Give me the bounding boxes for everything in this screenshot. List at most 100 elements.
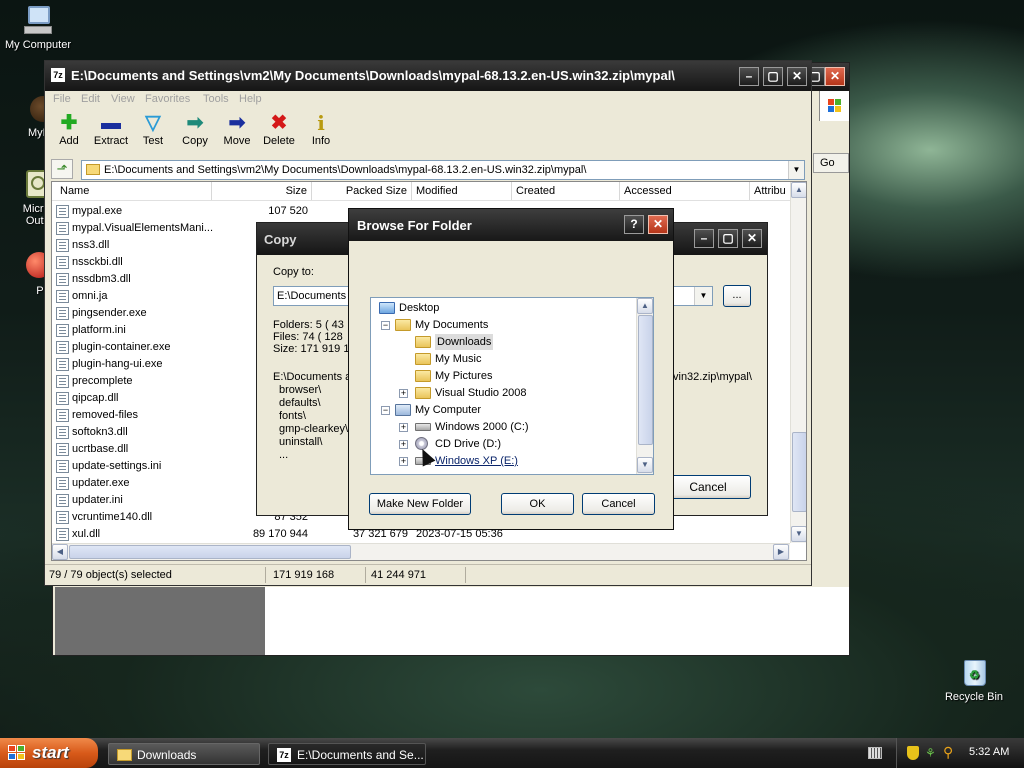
- tree-item[interactable]: My Computer: [395, 402, 595, 418]
- folder-icon: [86, 164, 100, 175]
- file-size: 89 170 944: [252, 528, 308, 540]
- close-button[interactable]: ✕: [787, 67, 807, 86]
- minimize-button[interactable]: –: [739, 67, 759, 86]
- browse-close-button[interactable]: ✕: [648, 215, 668, 234]
- tree-scroll-down-button[interactable]: ▼: [637, 457, 653, 473]
- tree-item[interactable]: Windows 2000 (C:): [415, 419, 615, 435]
- delete-button[interactable]: ✖ Delete: [258, 111, 300, 147]
- go-button[interactable]: Go: [813, 153, 849, 173]
- test-button[interactable]: ▽ Test: [132, 111, 174, 147]
- delete-label: Delete: [263, 135, 295, 147]
- col-created[interactable]: Created: [512, 182, 620, 200]
- file-name: removed-files: [72, 409, 139, 421]
- expand-icon[interactable]: +: [399, 457, 408, 466]
- maximize-button[interactable]: ▢: [763, 67, 783, 86]
- make-new-folder-label: Make New Folder: [376, 498, 464, 510]
- col-accessed[interactable]: Accessed: [620, 182, 750, 200]
- help-button[interactable]: ?: [624, 215, 644, 234]
- menu-edit[interactable]: Edit: [81, 93, 100, 105]
- make-new-folder-button[interactable]: Make New Folder: [369, 493, 471, 515]
- hscroll-thumb[interactable]: [69, 545, 351, 559]
- browse-cancel-label: Cancel: [601, 498, 636, 510]
- browse-button[interactable]: ...: [723, 285, 751, 307]
- ok-button[interactable]: OK: [501, 493, 574, 515]
- security-shield-icon[interactable]: [907, 746, 919, 760]
- scroll-right-button[interactable]: ▶: [773, 544, 789, 560]
- keyboard-icon[interactable]: [868, 747, 882, 759]
- tree-item[interactable]: Desktop: [379, 300, 579, 316]
- file-name: ucrtbase.dll: [72, 443, 129, 455]
- move-button[interactable]: ➡ Move: [216, 111, 258, 147]
- copy-cancel-label: Cancel: [689, 480, 727, 494]
- tree-scroll-thumb[interactable]: [638, 315, 653, 445]
- info-label: Info: [311, 135, 331, 147]
- info-button[interactable]: i Info: [300, 111, 342, 147]
- move-label: Move: [223, 135, 251, 147]
- expand-icon[interactable]: +: [399, 389, 408, 398]
- horizontal-scrollbar[interactable]: ◀ ▶: [52, 543, 790, 560]
- expand-icon[interactable]: +: [399, 423, 408, 432]
- col-packed-size[interactable]: Packed Size: [312, 182, 412, 200]
- tree-item[interactable]: Visual Studio 2008: [415, 385, 615, 401]
- tree-item[interactable]: My Music: [415, 351, 615, 367]
- col-size[interactable]: Size: [212, 182, 312, 200]
- file-name: nssdbm3.dll: [72, 273, 131, 285]
- tree-nodes: Desktop − My Documents Downloads My Music My …: [371, 298, 637, 474]
- desktop-icon-my-computer[interactable]: My Computer: [0, 4, 76, 51]
- menu-tools[interactable]: Tools: [203, 93, 229, 105]
- network-icon[interactable]: ⚘: [925, 746, 939, 760]
- copy-to-dropdown-button[interactable]: ▼: [694, 287, 712, 305]
- up-folder-button[interactable]: ⬏: [51, 159, 73, 179]
- tree-item[interactable]: Downloads: [415, 334, 615, 350]
- tree-item[interactable]: CD Drive (D:): [415, 436, 615, 452]
- collapse-icon[interactable]: −: [381, 406, 390, 415]
- extract-button[interactable]: ▬ Extract: [90, 111, 132, 147]
- scroll-down-button[interactable]: ▼: [791, 526, 806, 542]
- background-close-button[interactable]: ✕: [825, 67, 845, 86]
- copy-close-button[interactable]: ✕: [742, 229, 762, 248]
- tree-scrollbar[interactable]: ▲ ▼: [636, 298, 653, 474]
- scroll-up-button[interactable]: ▲: [791, 182, 806, 198]
- menu-favorites[interactable]: Favorites: [145, 93, 190, 105]
- tree-item-label: Downloads: [435, 334, 494, 350]
- vertical-scrollbar[interactable]: ▲ ▼: [790, 182, 806, 543]
- collapse-icon[interactable]: −: [381, 321, 390, 330]
- expand-icon[interactable]: +: [399, 440, 408, 449]
- menu-help[interactable]: Help: [239, 93, 262, 105]
- col-name[interactable]: Name: [56, 182, 212, 200]
- search-icon[interactable]: ⚲: [943, 744, 959, 760]
- scroll-left-button[interactable]: ◀: [52, 544, 68, 560]
- file-icon: [56, 324, 69, 337]
- scroll-thumb[interactable]: [792, 432, 806, 512]
- copy-minimize-button[interactable]: –: [694, 229, 714, 248]
- browse-titlebar[interactable]: Browse For Folder ? ✕: [349, 209, 673, 241]
- desktop-icon-recycle-bin[interactable]: ♻ Recycle Bin: [936, 656, 1012, 703]
- recycle-bin-icon: ♻: [958, 656, 990, 688]
- col-modified[interactable]: Modified: [412, 182, 512, 200]
- tree-item[interactable]: My Documents: [395, 317, 595, 333]
- copy-cancel-button[interactable]: Cancel: [665, 475, 751, 499]
- window-title: E:\Documents and Settings\vm2\My Documen…: [71, 68, 675, 83]
- folder-tree[interactable]: Desktop − My Documents Downloads My Music My …: [370, 297, 654, 475]
- tree-item[interactable]: Windows XP (E:): [415, 453, 615, 469]
- info-icon: i: [317, 111, 325, 135]
- tree-scroll-up-button[interactable]: ▲: [637, 298, 653, 314]
- browse-cancel-button[interactable]: Cancel: [582, 493, 655, 515]
- tree-item[interactable]: My Pictures: [415, 368, 615, 384]
- move-arrow-icon: ➡: [228, 112, 246, 134]
- file-name: pingsender.exe: [72, 307, 147, 319]
- taskbar-item-7zip[interactable]: 7z E:\Documents and Se...: [268, 743, 426, 765]
- file-name: vcruntime140.dll: [72, 511, 153, 523]
- taskbar-item-downloads[interactable]: Downloads: [108, 743, 260, 765]
- menu-view[interactable]: View: [111, 93, 135, 105]
- copy-maximize-button[interactable]: ▢: [718, 229, 738, 248]
- copy-button[interactable]: ➡ Copy: [174, 111, 216, 147]
- check-icon: ▽: [145, 112, 161, 134]
- start-button[interactable]: start: [0, 738, 98, 768]
- sevenzip-titlebar[interactable]: 7z E:\Documents and Settings\vm2\My Docu…: [45, 61, 811, 91]
- address-dropdown-button[interactable]: ▼: [788, 161, 804, 179]
- add-button[interactable]: ✚ Add: [48, 111, 90, 147]
- menu-file[interactable]: File: [53, 93, 71, 105]
- copy-to-label: Copy to:: [273, 266, 314, 278]
- address-bar[interactable]: E:\Documents and Settings\vm2\My Documen…: [81, 160, 805, 180]
